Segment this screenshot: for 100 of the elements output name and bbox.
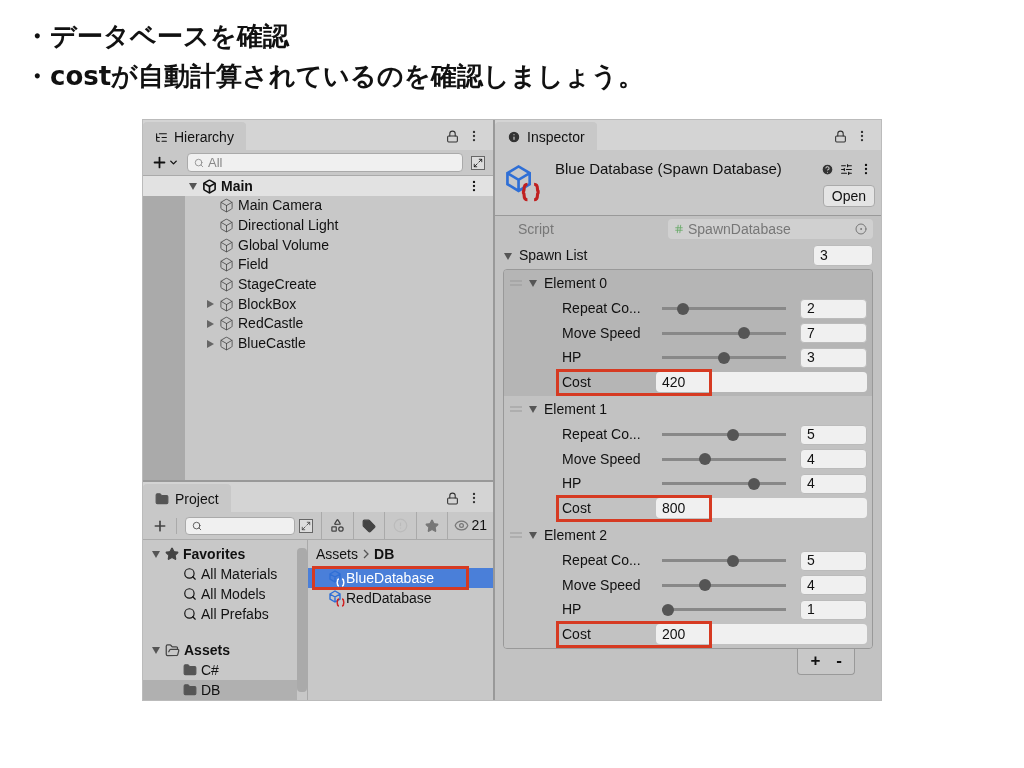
slider-thumb[interactable] (662, 603, 675, 616)
cost-field[interactable]: 420 (656, 372, 867, 393)
number-field[interactable]: 5 (800, 550, 867, 571)
list-size-field[interactable]: 3 (813, 245, 873, 266)
scrollbar[interactable] (297, 548, 307, 692)
add-dropdown-button[interactable] (151, 154, 179, 171)
chevron-icon (362, 549, 370, 559)
tree-item[interactable]: C# (143, 660, 297, 680)
panel-tab[interactable]: Inspector (495, 122, 597, 150)
element-title: Element 0 (544, 273, 608, 293)
caret-icon (168, 157, 179, 168)
search-icon (183, 607, 197, 621)
tree-item[interactable]: All Materials (143, 564, 297, 584)
game-object-icon (219, 257, 234, 273)
expanded-arrow-icon[interactable] (188, 181, 198, 191)
hierarchy-item[interactable]: Global Volume (185, 235, 493, 256)
slider-thumb[interactable] (747, 477, 760, 490)
hierarchy-item[interactable]: BlueCastle (185, 333, 493, 354)
panel-tab[interactable]: Hierarchy (143, 122, 246, 150)
number-field[interactable]: 7 (800, 323, 867, 344)
tree-group[interactable]: Favorites (143, 544, 297, 564)
hierarchy-icon (155, 130, 168, 144)
expanded-arrow-icon[interactable] (151, 549, 161, 559)
expanded-arrow-icon[interactable] (528, 530, 538, 540)
number-field[interactable]: 5 (800, 424, 867, 445)
eye-icon[interactable] (454, 518, 470, 533)
tree-item[interactable]: All Prefabs (143, 604, 297, 624)
hierarchy-item[interactable]: Main Camera (185, 196, 493, 216)
hierarchy-item[interactable]: BlockBox (185, 294, 493, 315)
field-label: Cost (562, 624, 592, 644)
list-label: Spawn List (519, 246, 589, 265)
help-icon[interactable] (821, 162, 834, 176)
open-button[interactable]: Open (822, 184, 875, 207)
number-field[interactable]: 4 (800, 575, 867, 596)
database-asset-icon (503, 162, 543, 202)
star-icon[interactable] (425, 518, 440, 533)
slider-thumb[interactable] (726, 554, 739, 567)
field-label: Repeat Co... (562, 299, 642, 319)
element-title: Element 1 (544, 399, 608, 419)
panel-tab[interactable]: Project (143, 484, 231, 512)
hierarchy-item[interactable]: RedCastle (185, 314, 493, 334)
tree-group[interactable]: Assets (143, 640, 297, 660)
element-title: Element 2 (544, 525, 608, 545)
settings-icon[interactable] (840, 162, 853, 176)
number-field[interactable]: 1 (800, 599, 867, 620)
game-object-icon (219, 316, 234, 332)
remove-element-button[interactable]: - (836, 648, 842, 674)
search-field[interactable] (185, 516, 296, 535)
add-element-button[interactable]: + (810, 648, 821, 674)
collapsed-arrow-icon[interactable] (205, 338, 215, 349)
object-picker-icon[interactable] (855, 223, 867, 235)
search-icon (183, 587, 197, 601)
list-element[interactable]: Element 0 Repeat Co... 2 Move Speed 7 HP 3 Cost 420 (504, 269, 872, 396)
number-field[interactable]: 4 (800, 473, 867, 494)
inspector-title: Blue Database (Spawn Database) (555, 159, 783, 179)
slider-thumb[interactable] (726, 428, 739, 441)
slider-thumb[interactable] (677, 302, 690, 315)
number-field[interactable]: 4 (800, 449, 867, 470)
cost-field[interactable]: 800 (656, 498, 867, 519)
lock-icon[interactable] (446, 129, 459, 143)
game-object-icon (219, 218, 234, 234)
slider-thumb[interactable] (737, 327, 750, 340)
expand-icon[interactable] (299, 518, 314, 533)
script-field: SpawnDatabase (668, 219, 873, 239)
game-object-icon (219, 336, 234, 352)
lock-icon[interactable] (834, 129, 847, 143)
tree-item[interactable]: DB (143, 680, 297, 700)
expand-icon[interactable] (471, 155, 485, 170)
game-object-icon (219, 277, 234, 293)
collapsed-arrow-icon[interactable] (205, 318, 215, 329)
search-icon (183, 567, 197, 581)
collapsed-arrow-icon[interactable] (205, 299, 215, 310)
bullet-text: ・データベースを確認 (24, 20, 291, 53)
slider-thumb[interactable] (718, 351, 730, 364)
hierarchy-item[interactable]: Directional Light (185, 215, 493, 236)
expanded-arrow-icon[interactable] (503, 250, 513, 261)
scene-row[interactable]: Main (143, 176, 493, 196)
asset-item[interactable]: RedDatabase (308, 587, 432, 609)
field-label: Repeat Co... (562, 551, 642, 571)
field-label: Move Speed (562, 575, 642, 595)
slider-thumb[interactable] (699, 453, 712, 466)
field-label: HP (562, 348, 583, 368)
folder-icon (165, 642, 180, 658)
lock-icon[interactable] (446, 491, 459, 505)
expanded-arrow-icon[interactable] (528, 278, 538, 288)
slider-thumb[interactable] (699, 579, 712, 592)
database-asset-icon (328, 569, 346, 587)
hierarchy-item[interactable]: StageCreate (185, 274, 493, 295)
tag-icon[interactable] (362, 518, 377, 533)
type-filter-icon[interactable] (330, 518, 346, 533)
game-object-icon (219, 198, 234, 214)
number-field[interactable]: 3 (800, 347, 867, 368)
expanded-arrow-icon[interactable] (528, 404, 538, 414)
breadcrumb-item[interactable]: Assets (316, 543, 358, 565)
tree-item[interactable]: All Models (143, 584, 297, 604)
number-field[interactable]: 2 (800, 298, 867, 319)
cost-field[interactable]: 200 (656, 624, 867, 645)
expanded-arrow-icon[interactable] (151, 645, 161, 655)
hierarchy-item[interactable]: Field (185, 255, 493, 275)
breadcrumb-item[interactable]: DB (374, 543, 395, 565)
